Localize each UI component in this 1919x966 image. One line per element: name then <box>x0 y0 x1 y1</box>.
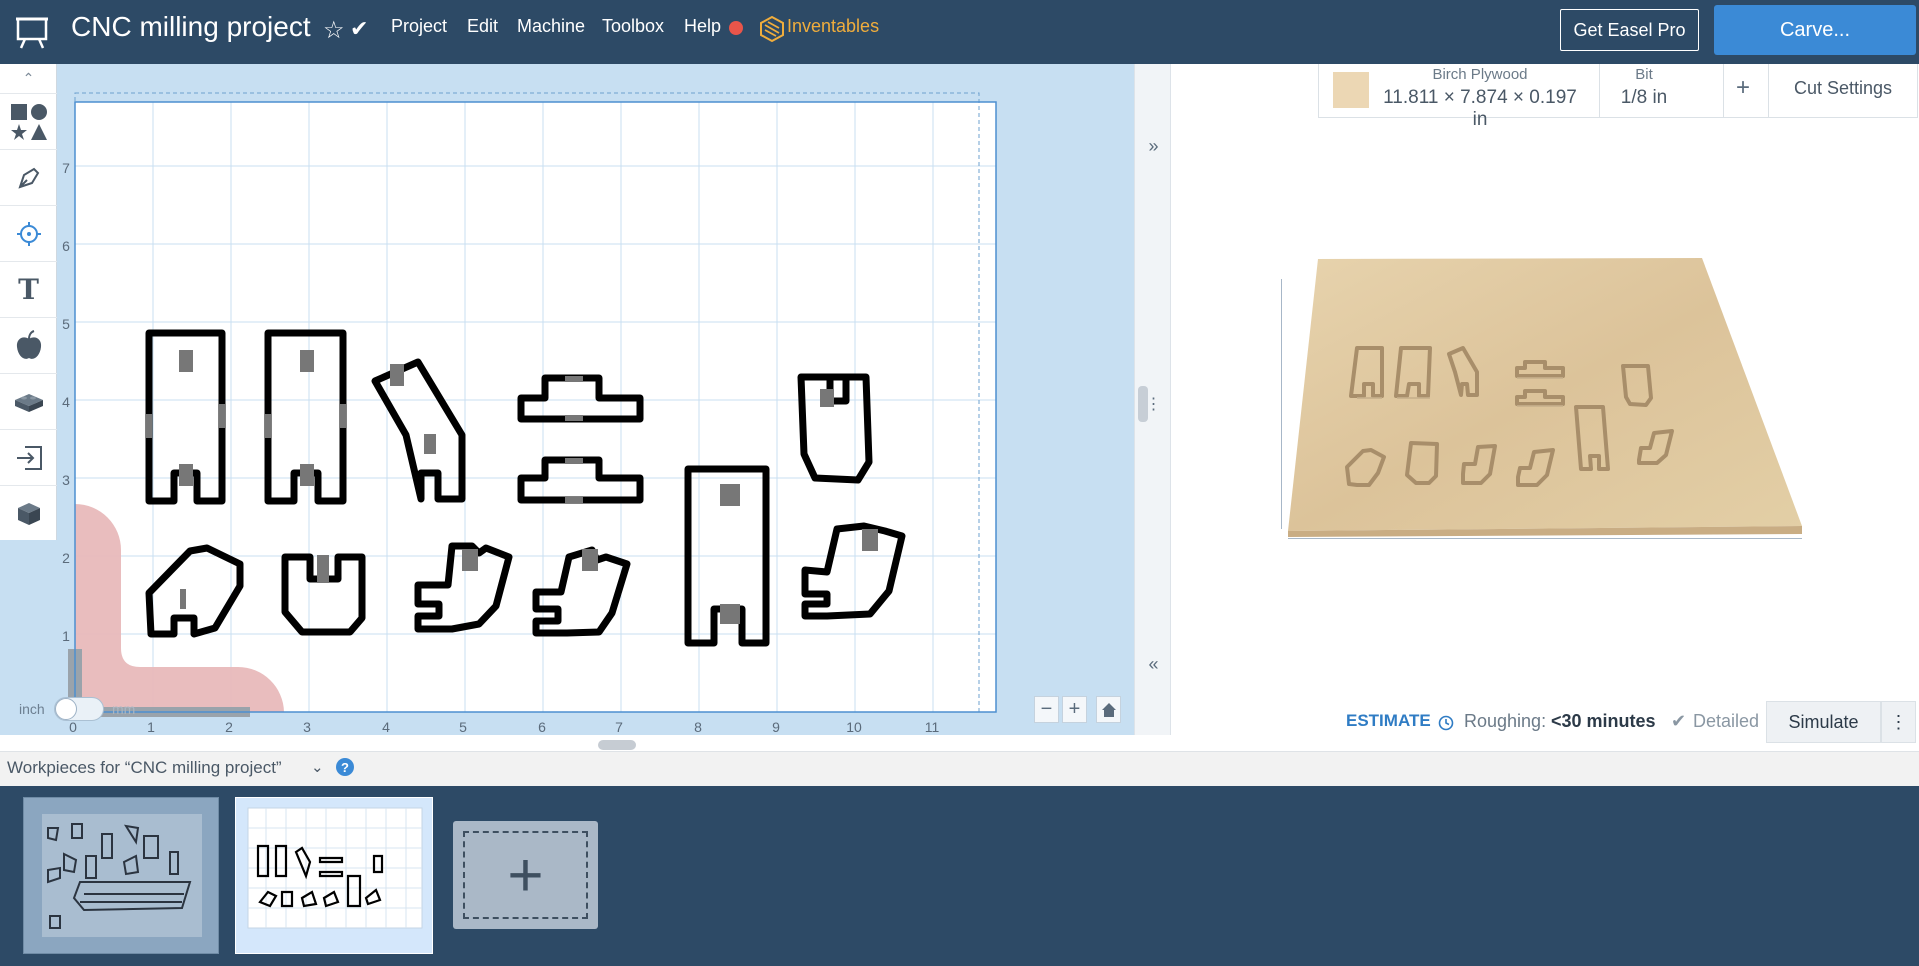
y-tick-label: 3 <box>62 472 70 488</box>
simulate-button[interactable]: Simulate <box>1766 701 1881 743</box>
x-tick-label: 4 <box>382 719 390 735</box>
collapse-toolbar-icon[interactable]: ⌃ <box>0 64 57 94</box>
3d-preview[interactable] <box>1171 64 1919 735</box>
zoom-in-button[interactable]: + <box>1062 696 1087 723</box>
detailed-check-icon: ✔ <box>1671 711 1687 731</box>
x-tick-label: 11 <box>925 719 940 735</box>
workpieces-title[interactable]: Workpieces for “CNC milling project” <box>7 758 282 778</box>
menu-toolbox[interactable]: Toolbox <box>602 16 664 37</box>
workpiece-thumbnail-1[interactable] <box>23 797 219 954</box>
roughing-value: <30 minutes <box>1551 711 1656 731</box>
inventables-link[interactable]: Inventables <box>787 16 879 37</box>
canvas-drawing[interactable]: 0 1 2 3 4 5 6 7 8 9 10 11 1 2 3 4 5 6 7 <box>0 64 1134 735</box>
horizontal-scrollbar[interactable] <box>598 740 636 750</box>
target-icon <box>16 221 41 246</box>
material-panel: Birch Plywood 11.811 × 7.874 × 0.197 in … <box>1318 64 1918 130</box>
material-dimensions[interactable]: 11.811 × 7.874 × 0.197 in <box>1375 87 1585 131</box>
pen-tool[interactable] <box>0 150 57 206</box>
add-workpiece-button[interactable]: + <box>453 821 598 929</box>
material-name[interactable]: Birch Plywood <box>1375 66 1585 83</box>
import-tool[interactable] <box>0 430 57 486</box>
workpiece-thumbnail-2[interactable] <box>235 797 433 954</box>
roughing-label: Roughing: <box>1464 711 1547 731</box>
clock-icon <box>1438 715 1454 731</box>
unit-mm-label: mm <box>112 701 136 717</box>
x-tick-label: 5 <box>459 719 467 735</box>
y-tick-label: 4 <box>62 394 70 410</box>
home-icon <box>1101 702 1116 717</box>
apple-tool[interactable] <box>0 318 57 374</box>
x-tick-label: 10 <box>846 719 862 735</box>
menu-edit[interactable]: Edit <box>467 16 498 37</box>
menu-machine[interactable]: Machine <box>517 16 585 37</box>
design-canvas[interactable]: 0 1 2 3 4 5 6 7 8 9 10 11 1 2 3 4 5 6 7 <box>0 64 1134 750</box>
bit-label: Bit <box>1635 66 1653 83</box>
y-tick-label: 5 <box>62 316 70 332</box>
pen-icon <box>17 167 39 189</box>
bit-value[interactable]: 1/8 in <box>1599 87 1689 109</box>
shapes-tool[interactable] <box>0 94 57 150</box>
x-tick-label: 9 <box>772 719 780 735</box>
plus-icon: + <box>463 831 588 919</box>
left-toolbar: ⌃ T <box>0 64 57 540</box>
menu-project[interactable]: Project <box>391 16 447 37</box>
material-swatch[interactable] <box>1333 72 1369 108</box>
unit-toggle-knob[interactable] <box>55 698 77 720</box>
3d-tool[interactable] <box>0 486 57 542</box>
preview-render <box>1281 258 1802 539</box>
cube-icon <box>17 503 40 525</box>
top-bar: CNC milling project ☆ ✔ Project Edit Mac… <box>0 0 1919 64</box>
zoom-out-button[interactable]: − <box>1034 696 1059 723</box>
chevron-down-icon[interactable]: ⌄ <box>311 758 324 776</box>
x-tick-label: 2 <box>225 719 233 735</box>
menu-help[interactable]: Help <box>684 16 721 37</box>
shapes-icon <box>10 103 47 140</box>
text-tool[interactable]: T <box>0 262 57 318</box>
detailed-label: Detailed <box>1693 711 1760 731</box>
easel-logo-icon[interactable] <box>14 14 50 50</box>
notification-dot <box>729 21 743 35</box>
easel-app: CNC milling project ☆ ✔ Project Edit Mac… <box>0 0 1919 966</box>
star-icon[interactable]: ☆ <box>323 16 345 45</box>
carve-button[interactable]: Carve... <box>1714 5 1916 55</box>
workpieces-header: Workpieces for “CNC milling project” ⌄ ? <box>0 751 1919 786</box>
add-bit-button[interactable]: + <box>1723 74 1763 102</box>
workpiece-2-preview <box>247 807 423 929</box>
get-easel-pro-button[interactable]: Get Easel Pro <box>1560 9 1699 51</box>
saved-check-icon: ✔ <box>350 16 369 41</box>
help-icon[interactable]: ? <box>336 758 354 776</box>
brick-tool[interactable] <box>0 374 57 430</box>
y-tick-label: 1 <box>62 628 70 644</box>
expand-right-icon[interactable]: » <box>1135 136 1172 157</box>
import-icon <box>16 445 42 470</box>
x-tick-label: 0 <box>69 719 77 735</box>
x-tick-label: 3 <box>303 719 311 735</box>
unit-inch-label: inch <box>19 701 45 717</box>
estimate-label[interactable]: ESTIMATE <box>1346 711 1431 731</box>
project-title[interactable]: CNC milling project <box>71 11 311 43</box>
brick-icon <box>14 393 43 412</box>
y-tick-label: 7 <box>62 160 70 176</box>
point-tool[interactable] <box>0 206 57 262</box>
x-tick-label: 1 <box>147 719 155 735</box>
x-tick-label: 6 <box>538 719 546 735</box>
y-tick-label: 2 <box>62 550 70 566</box>
y-tick-label: 6 <box>62 238 70 254</box>
more-options-button[interactable]: ⋮ <box>1881 701 1916 743</box>
splitter-grip[interactable] <box>1138 386 1148 422</box>
expand-left-icon[interactable]: « <box>1135 654 1172 675</box>
workpiece-1-preview <box>42 814 202 937</box>
cut-settings-button[interactable]: Cut Settings <box>1769 78 1917 99</box>
inventables-hex-icon[interactable] <box>760 16 784 42</box>
home-view-button[interactable] <box>1096 696 1121 723</box>
x-tick-label: 8 <box>694 719 702 735</box>
apple-icon <box>16 329 41 359</box>
x-tick-label: 7 <box>615 719 623 735</box>
